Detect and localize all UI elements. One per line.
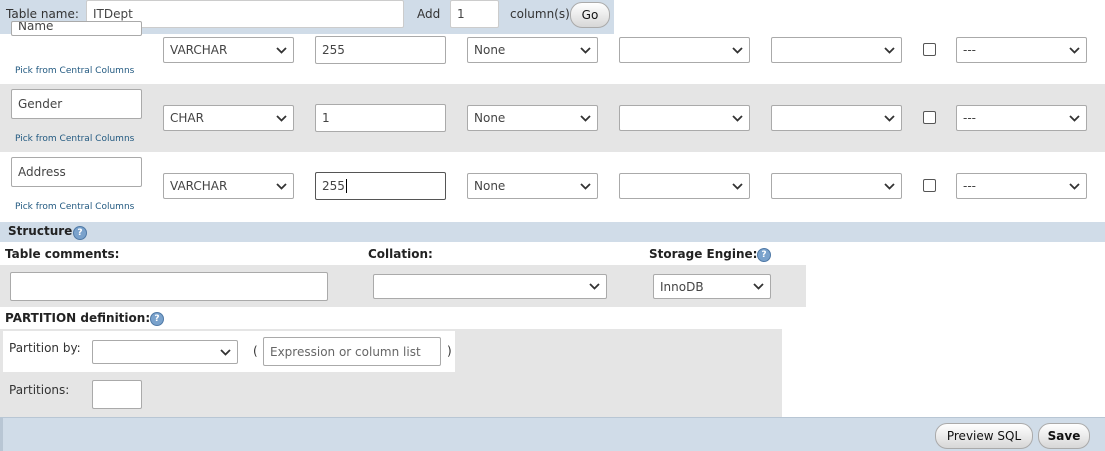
column-type-select[interactable]: CHAR (163, 105, 294, 131)
chevron-down-icon (731, 180, 743, 192)
chevron-down-icon (275, 180, 287, 192)
column-null-checkbox[interactable] (923, 179, 936, 192)
partition-expression-placeholder: Expression or column list (270, 344, 421, 359)
structure-bar (0, 222, 1105, 242)
column-default-select[interactable]: None (467, 37, 598, 63)
column-name-input[interactable]: Address (11, 157, 142, 187)
column-type-select[interactable]: VARCHAR (163, 37, 294, 63)
column-type-select[interactable]: VARCHAR (163, 173, 294, 199)
column-length-input[interactable]: 255 (315, 36, 446, 64)
pick-from-central-columns-link[interactable]: Pick from Central Columns (15, 134, 134, 144)
add-columns-count-value: 1 (457, 7, 465, 21)
add-label: Add (417, 7, 441, 21)
partition-title: PARTITION definition: (5, 311, 151, 325)
chevron-down-icon (588, 281, 600, 293)
column-collation-select[interactable] (619, 173, 750, 199)
column-length-input[interactable]: 1 (315, 104, 446, 132)
partition-help-icon[interactable] (150, 312, 164, 326)
chevron-down-icon (752, 281, 764, 293)
table-name-value: ITDept (93, 7, 133, 21)
partition-by-label: Partition by: (9, 341, 81, 355)
partition-expression-input[interactable]: Expression or column list (263, 337, 441, 366)
chevron-down-icon (731, 44, 743, 56)
column-collation-select[interactable] (619, 105, 750, 131)
collation-select[interactable] (373, 274, 607, 299)
chevron-down-icon (219, 346, 231, 358)
chevron-down-icon (579, 44, 591, 56)
chevron-down-icon (731, 112, 743, 124)
pick-from-central-columns-link[interactable]: Pick from Central Columns (15, 66, 134, 76)
column-index-select[interactable]: --- (956, 105, 1087, 131)
open-paren: ( (253, 344, 258, 358)
chevron-down-icon (1068, 112, 1080, 124)
chevron-down-icon (1068, 180, 1080, 192)
column-index-select[interactable]: --- (956, 37, 1087, 63)
column-default-select[interactable]: None (467, 105, 598, 131)
chevron-down-icon (883, 44, 895, 56)
close-paren: ) (447, 344, 452, 358)
column-default-select[interactable]: None (467, 173, 598, 199)
column-attributes-select[interactable] (771, 37, 902, 63)
chevron-down-icon (275, 112, 287, 124)
partitions-label: Partitions: (9, 383, 70, 397)
table-comments-input[interactable] (10, 272, 328, 301)
structure-title: Structure (8, 224, 73, 238)
column-attributes-select[interactable] (771, 105, 902, 131)
chevron-down-icon (1068, 44, 1080, 56)
chevron-down-icon (883, 180, 895, 192)
chevron-down-icon (579, 180, 591, 192)
column-name-input[interactable]: Gender (11, 89, 142, 119)
column-name-input[interactable]: Name (11, 21, 142, 36)
partition-by-select[interactable] (92, 340, 238, 364)
column-index-select[interactable]: --- (956, 173, 1087, 199)
storage-engine-label: Storage Engine: (649, 247, 758, 261)
structure-help-icon[interactable] (73, 226, 87, 240)
pick-from-central-columns-link[interactable]: Pick from Central Columns (15, 202, 134, 212)
save-button[interactable]: Save (1038, 423, 1090, 449)
collation-label: Collation: (368, 247, 433, 261)
go-button[interactable]: Go (570, 2, 610, 28)
footer-left-edge (0, 417, 3, 451)
columns-label: column(s) (510, 7, 570, 21)
storage-engine-select[interactable]: InnoDB (653, 274, 771, 299)
column-null-checkbox[interactable] (923, 111, 936, 124)
column-null-checkbox[interactable] (923, 43, 936, 56)
column-attributes-select[interactable] (771, 173, 902, 199)
partitions-count-input[interactable] (92, 380, 142, 409)
table-comments-label: Table comments: (5, 247, 120, 261)
storage-engine-help-icon[interactable] (757, 248, 771, 262)
table-name-label: Table name: (6, 7, 79, 21)
add-columns-count-input[interactable]: 1 (450, 0, 499, 28)
preview-sql-button[interactable]: Preview SQL (935, 423, 1033, 449)
column-collation-select[interactable] (619, 37, 750, 63)
chevron-down-icon (579, 112, 591, 124)
text-cursor (345, 179, 347, 193)
chevron-down-icon (883, 112, 895, 124)
chevron-down-icon (275, 44, 287, 56)
column-length-input[interactable]: 255 (315, 172, 446, 200)
